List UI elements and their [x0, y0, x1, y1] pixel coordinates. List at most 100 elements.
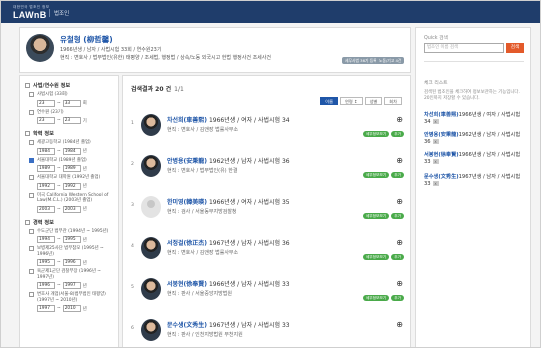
- filter-school-option-4-checkbox[interactable]: [29, 192, 34, 198]
- filter-career-option-4-checkbox[interactable]: [29, 292, 34, 297]
- filter-exam-option-2-checkbox[interactable]: [29, 109, 34, 115]
- result-row[interactable]: 1 차선희(車善熙) 1966년생 / 여자 / 사법시험 34 현직 : 변호…: [123, 109, 412, 145]
- result-name[interactable]: 서봉현(徐奉賢): [167, 281, 207, 288]
- checklist-item-name[interactable]: 차선희(車善熙): [424, 112, 459, 118]
- detail-button[interactable]: 세부정보보기: [362, 213, 390, 219]
- detail-button[interactable]: 세부정보보기: [362, 254, 390, 260]
- add-button[interactable]: 추가: [391, 172, 404, 178]
- range-unit: 년: [82, 260, 87, 266]
- remove-icon[interactable]: x: [432, 181, 439, 186]
- right-panel: Quick 검색 법조인 이름 검색 검색 체크 리스트 검색된 법조인을 체크…: [415, 27, 531, 347]
- filter-exam-from-1[interactable]: 23: [37, 99, 55, 107]
- filter-school-checkbox[interactable]: [25, 131, 30, 136]
- filter-exam-to-2[interactable]: 23: [62, 117, 81, 124]
- remove-icon[interactable]: x: [432, 139, 439, 144]
- add-button[interactable]: 추가: [391, 131, 404, 137]
- range-separator: ~: [57, 118, 61, 123]
- range-separator: ~: [57, 100, 61, 106]
- result-row[interactable]: 6 문수생(文秀生) 1967년생 / 남자 / 사법시험 33 현직 : 판사…: [123, 314, 412, 347]
- filter-exam-option-1-label: 사법시험 (33회): [37, 92, 68, 97]
- profile-badge-articles[interactable]: 노동/기고 4건: [376, 57, 405, 64]
- result-name[interactable]: 문수생(文秀生): [167, 322, 207, 329]
- sort-by-gender-button[interactable]: 성별: [364, 97, 383, 105]
- filter-career-from-4[interactable]: 1997: [37, 305, 55, 312]
- filter-school-from-3[interactable]: 1992: [37, 182, 55, 190]
- zoom-icon[interactable]: ⊕: [396, 320, 403, 329]
- filter-school-from-4[interactable]: 2003: [37, 205, 55, 213]
- result-title: 안병용(安秉龍) 1962년생 / 남자 / 사법시험 36: [167, 156, 290, 165]
- result-name[interactable]: 한미영(韓美暎): [167, 199, 207, 206]
- result-row[interactable]: 5 서봉현(徐奉賢) 1966년생 / 남자 / 사법시험 33 현직 : 판사…: [123, 273, 412, 309]
- result-name[interactable]: 차선희(車善熙): [167, 117, 207, 124]
- filter-school-from-1[interactable]: 1984: [37, 147, 55, 155]
- filter-career-to-2[interactable]: 1996: [62, 259, 81, 266]
- remove-icon[interactable]: x: [432, 119, 439, 124]
- filter-career-from-2[interactable]: 1995: [37, 259, 55, 266]
- filter-exam-option-2: 연수원 (23기): [25, 109, 113, 116]
- filter-career-range-1: 1994 ~ 1995 년: [25, 236, 113, 243]
- result-name[interactable]: 안병용(安秉龍): [167, 158, 207, 165]
- checklist-item[interactable]: 안병용(安秉龍)1962년생 / 남자 / 사법시험 36 x: [424, 132, 528, 146]
- detail-button[interactable]: 세부정보보기: [362, 131, 390, 137]
- filter-career-to-4[interactable]: 2010: [62, 305, 81, 312]
- filter-school-from-2[interactable]: 1989: [37, 165, 55, 172]
- zoom-icon[interactable]: ⊕: [396, 197, 403, 206]
- sort-by-name-button[interactable]: 이름: [320, 97, 339, 105]
- filter-career-to-3[interactable]: 1997: [62, 282, 81, 289]
- zoom-icon[interactable]: ⊕: [396, 115, 403, 124]
- add-button[interactable]: 추가: [391, 213, 404, 219]
- detail-button[interactable]: 세부정보보기: [362, 295, 390, 301]
- filter-career-option-1-checkbox[interactable]: [29, 228, 34, 234]
- filter-school-option-1-checkbox[interactable]: [29, 140, 34, 145]
- results-panel: 검색결과 20 건 1/1 이름 연령 ↕ 성별 회차 1 차선희(車善熙) 19…: [122, 75, 412, 347]
- filter-exam-checkbox[interactable]: [25, 83, 30, 88]
- filter-school-option-3-label: 서울대학교 대학원 (1992년 졸업): [37, 175, 101, 180]
- result-number: 5: [131, 285, 134, 290]
- lawnb-logo[interactable]: 대한민국 법조인 정보 LAWnB: [13, 5, 49, 20]
- filter-school-to-4[interactable]: 2003: [62, 205, 81, 213]
- result-row[interactable]: 4 서정걸(徐正杰) 1967년생 / 남자 / 사법시험 36 현직 : 변호…: [123, 232, 412, 268]
- checklist-item-name[interactable]: 서봉현(徐奉賢): [424, 152, 459, 158]
- filter-exam-from-2[interactable]: 23: [37, 117, 55, 124]
- zoom-icon[interactable]: ⊕: [396, 279, 403, 288]
- result-meta: 1967년생 / 남자 / 사법시험 36: [207, 240, 290, 247]
- filter-school-option-3-checkbox[interactable]: [29, 175, 34, 180]
- zoom-icon[interactable]: ⊕: [396, 156, 403, 165]
- checklist-item-name[interactable]: 안병용(安秉龍): [424, 132, 459, 138]
- filter-panel: 사법/연수원 정보 사법시험 (33회) 23 ~ 33 회 연수원 (23기)…: [19, 75, 119, 347]
- filter-school-to-1[interactable]: 1984: [62, 147, 81, 155]
- filter-career-from-3[interactable]: 1996: [37, 282, 55, 289]
- zoom-icon[interactable]: ⊕: [396, 238, 403, 247]
- filter-school-to-3[interactable]: 1992: [62, 182, 81, 190]
- filter-career-to-1[interactable]: 1995: [62, 236, 81, 243]
- quick-search-input[interactable]: 법조인 이름 검색: [424, 43, 504, 53]
- checklist-item[interactable]: 문수생(文秀生)1967년생 / 남자 / 사법시험 33 x: [424, 174, 528, 188]
- result-row[interactable]: 2 안병용(安秉龍) 1962년생 / 남자 / 사법시험 36 현직 : 변호…: [123, 150, 412, 186]
- checklist-item[interactable]: 차선희(車善熙)1966년생 / 여자 / 사법시험 34 x: [424, 112, 528, 126]
- filter-career-from-1[interactable]: 1994: [37, 236, 55, 243]
- filter-career-option-4-label: 변호사 개업(서울-8)법무법인 태평양) (1997년 ~ 2010년): [37, 292, 106, 303]
- detail-button[interactable]: 세부정보보기: [362, 172, 390, 178]
- filter-school-option-2-checkbox[interactable]: [29, 157, 34, 163]
- add-button[interactable]: 추가: [391, 295, 404, 301]
- checklist-item-name[interactable]: 문수생(文秀生): [424, 174, 459, 180]
- quick-search-button[interactable]: 검색: [506, 43, 524, 53]
- result-position: 현직 : 판사 / 서울중앙지방법원: [167, 291, 232, 297]
- add-button[interactable]: 추가: [391, 254, 404, 260]
- result-row[interactable]: 3 한미영(韓美暎) 1966년생 / 여자 / 사법시험 35 현직 : 검사…: [123, 191, 412, 227]
- menu-lawyer[interactable]: 법조인: [54, 9, 69, 17]
- remove-icon[interactable]: x: [432, 159, 439, 164]
- filter-career-checkbox[interactable]: [25, 219, 30, 225]
- filter-career-option-3-checkbox[interactable]: [29, 269, 34, 274]
- result-name[interactable]: 서정걸(徐正杰): [167, 240, 207, 247]
- sort-by-round-button[interactable]: 회차: [384, 97, 402, 105]
- filter-exam-to-1[interactable]: 33: [62, 99, 81, 107]
- profile-badge-registration[interactable]: 세무사법 36기 등록: [342, 57, 380, 64]
- checklist-item[interactable]: 서봉현(徐奉賢)1966년생 / 남자 / 사법시험 33 x: [424, 152, 528, 166]
- filter-exam-option-1-checkbox[interactable]: [29, 92, 34, 97]
- filter-career-option-2-checkbox[interactable]: [29, 246, 34, 251]
- sort-by-age-button[interactable]: 연령 ↕: [340, 97, 363, 105]
- range-separator: ~: [57, 206, 61, 212]
- filter-career-range-3: 1996 ~ 1997 년: [25, 282, 113, 289]
- filter-school-to-2[interactable]: 1989: [62, 165, 81, 172]
